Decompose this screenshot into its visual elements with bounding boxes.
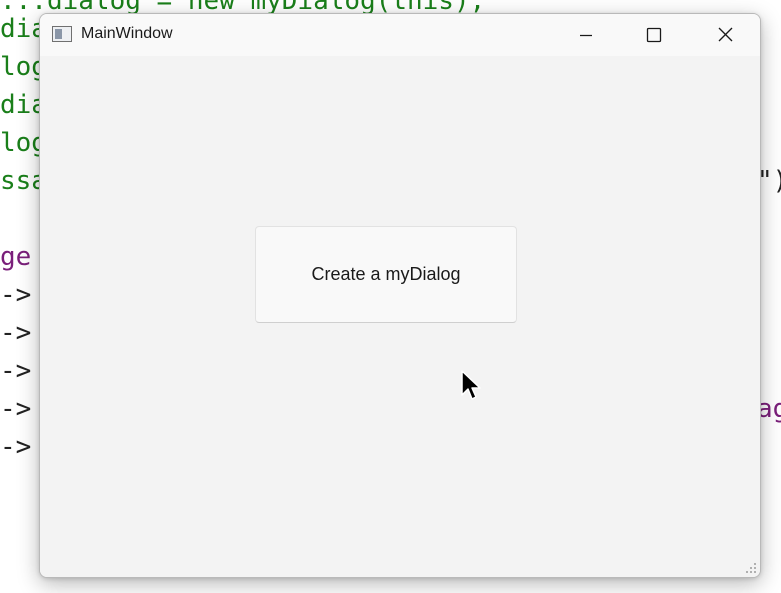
minimize-button[interactable] <box>551 14 621 56</box>
close-icon <box>718 27 733 42</box>
code-line: -> <box>0 356 32 386</box>
window-client-area: Create a myDialog <box>40 56 760 577</box>
code-line: ge <box>0 242 32 272</box>
minimize-icon <box>580 34 592 37</box>
resize-grip-icon[interactable] <box>745 562 757 574</box>
app-window-icon[interactable] <box>52 26 72 42</box>
maximize-button[interactable] <box>619 14 689 56</box>
mouse-cursor-icon <box>461 370 481 400</box>
window-title: MainWindow <box>81 25 173 42</box>
main-window: MainWindow Create a myDialog <box>39 13 761 578</box>
close-button[interactable] <box>690 14 760 56</box>
create-dialog-button[interactable]: Create a myDialog <box>255 226 517 323</box>
code-line: -> <box>0 432 32 462</box>
code-line: -> <box>0 318 32 348</box>
maximize-icon <box>646 27 662 43</box>
code-line: -> <box>0 280 32 310</box>
code-line: -> <box>0 394 32 424</box>
title-bar[interactable]: MainWindow <box>40 14 760 56</box>
